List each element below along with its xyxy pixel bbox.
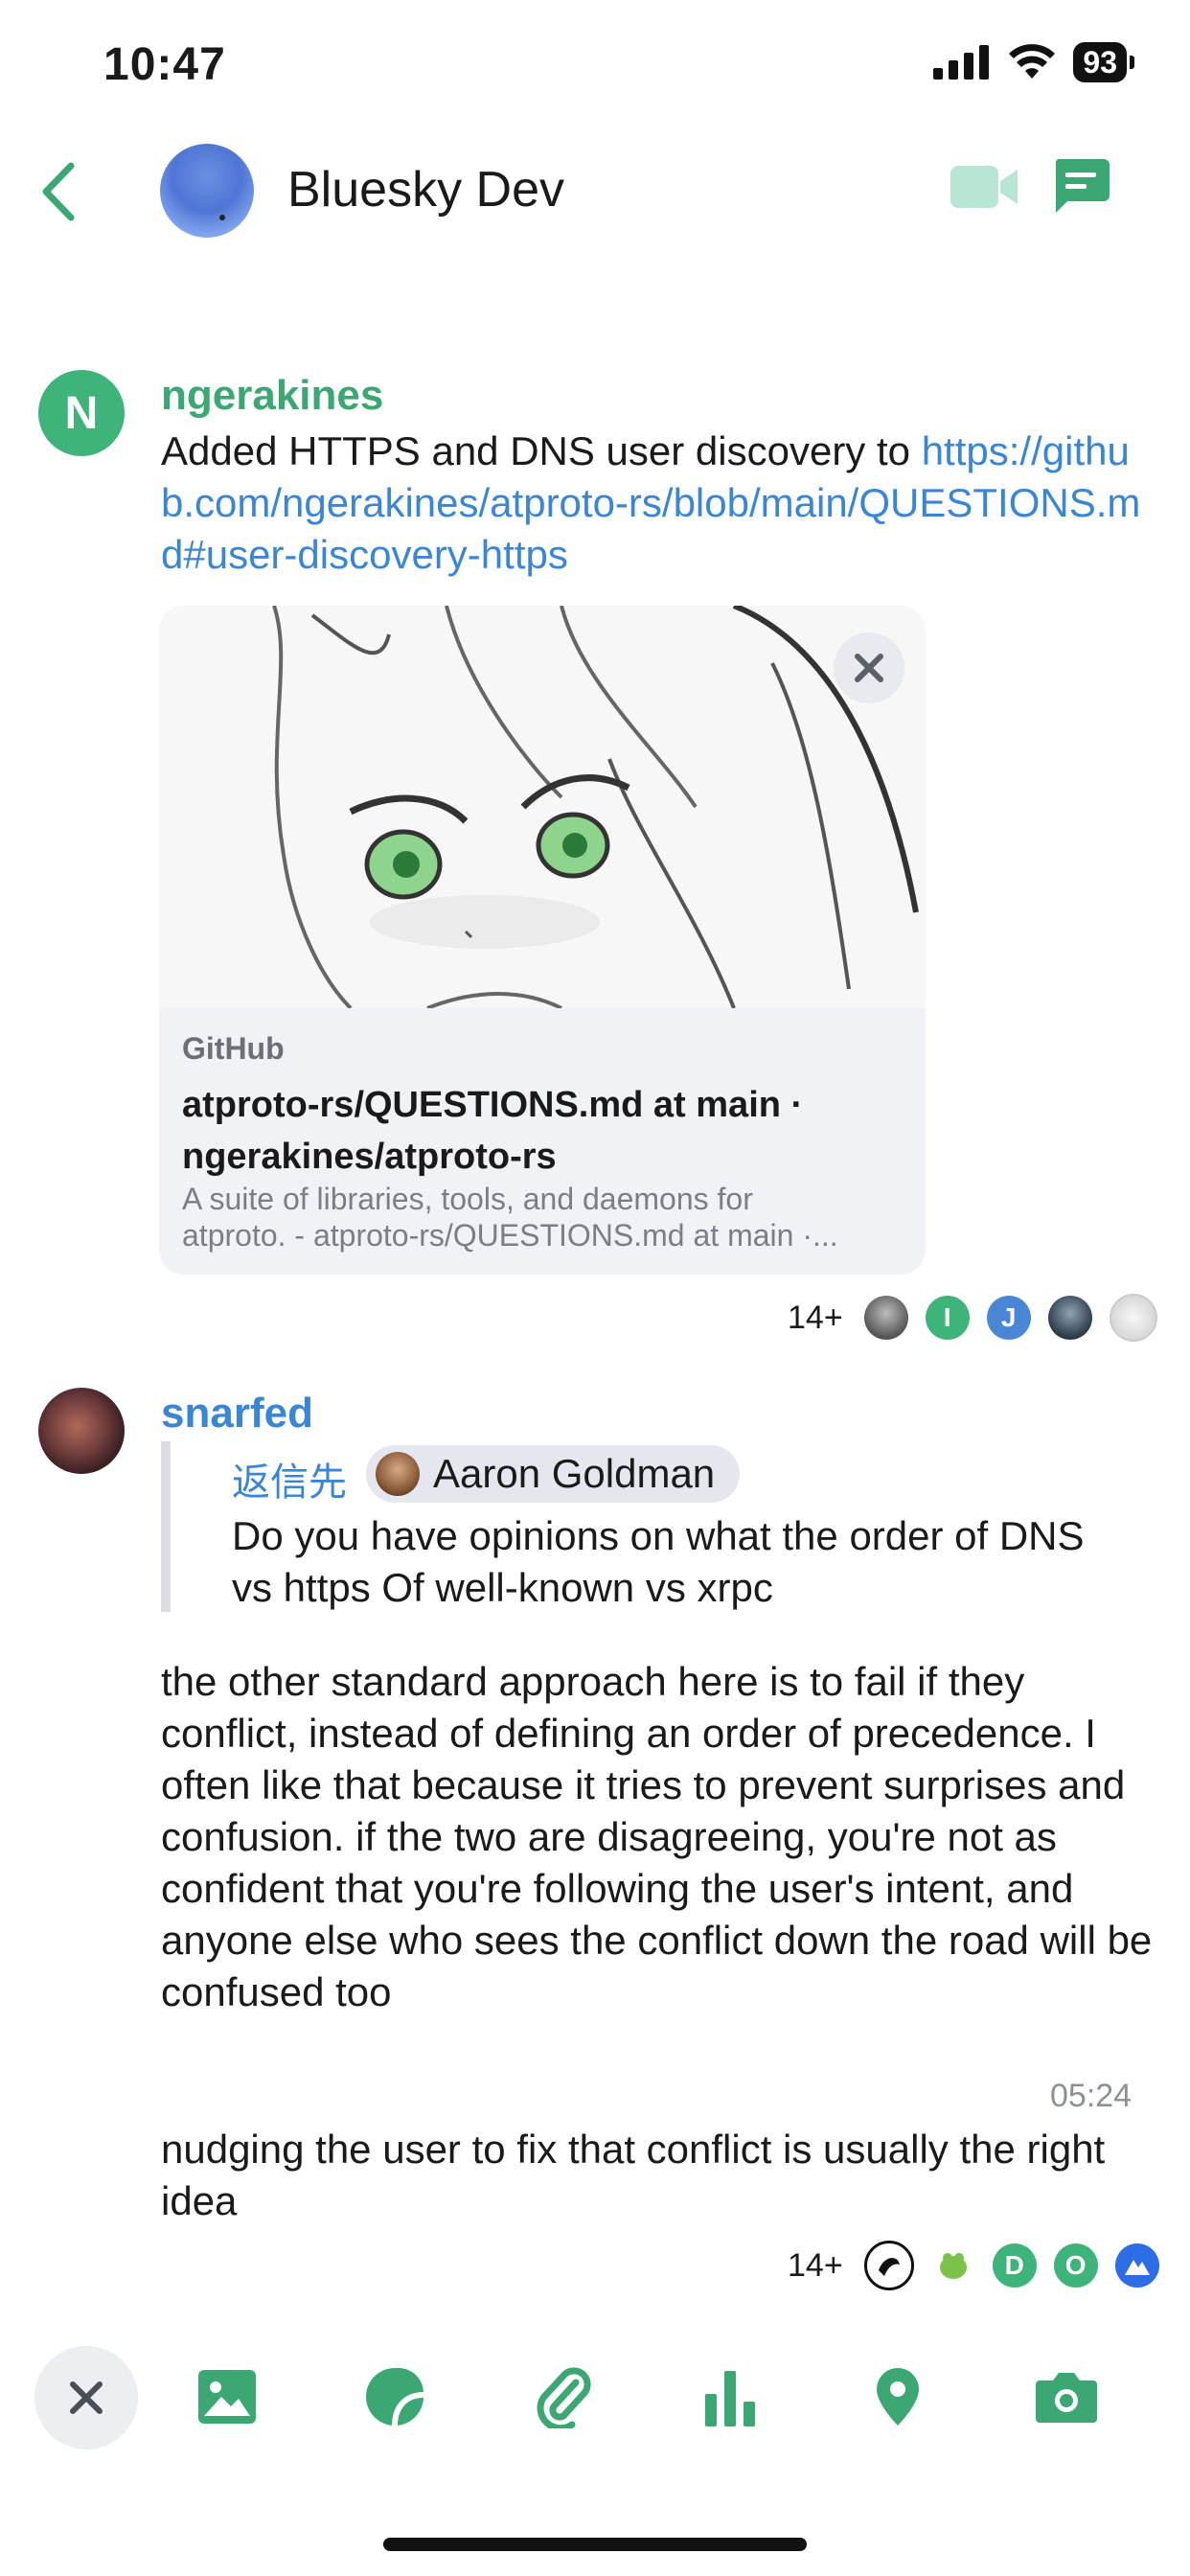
receipt-avatar bbox=[863, 1296, 908, 1340]
close-composer-button[interactable] bbox=[34, 2346, 138, 2450]
message-text: the other standard approach here is to f… bbox=[161, 1659, 1153, 2014]
attachment-icon bbox=[537, 2367, 591, 2428]
room-avatar[interactable] bbox=[160, 144, 254, 238]
status-icons: 93 bbox=[933, 42, 1134, 82]
wifi-icon bbox=[1009, 44, 1056, 79]
receipt-avatar bbox=[1047, 1296, 1092, 1340]
preview-description-line: A suite of libraries, tools, and daemons… bbox=[182, 1182, 753, 1216]
battery-indicator: 93 bbox=[1073, 42, 1134, 82]
video-camera-icon bbox=[950, 166, 1018, 208]
link-preview-card[interactable]: GitHub atproto-rs/QUESTIONS.md at main ·… bbox=[159, 606, 926, 1275]
sticker-icon bbox=[366, 2368, 424, 2426]
reply-quote-text[interactable]: Do you have opinions on what the order o… bbox=[232, 1510, 1094, 1614]
receipt-avatar bbox=[1114, 2243, 1159, 2288]
signal-icon bbox=[933, 45, 990, 80]
receipt-count: 14+ bbox=[788, 1299, 843, 1336]
attachment-button[interactable] bbox=[519, 2354, 606, 2440]
close-icon bbox=[855, 654, 883, 682]
status-time: 10:47 bbox=[103, 39, 226, 90]
reply-quote-bar bbox=[161, 1441, 171, 1612]
close-icon bbox=[70, 2381, 103, 2414]
home-indicator[interactable] bbox=[383, 2538, 807, 2551]
mountain-icon bbox=[1124, 2260, 1150, 2275]
anime-illustration bbox=[159, 606, 926, 1010]
preview-title: atproto-rs/QUESTIONS.md at main · ngerak… bbox=[182, 1085, 804, 1177]
back-button[interactable] bbox=[29, 158, 86, 225]
camera-button[interactable] bbox=[1023, 2354, 1110, 2440]
preview-close-button[interactable] bbox=[834, 632, 904, 703]
sender-name[interactable]: snarfed bbox=[161, 1390, 313, 1438]
preview-site-name: GitHub bbox=[182, 1031, 285, 1066]
reply-user-name: Aaron Goldman bbox=[433, 1451, 716, 1496]
image-icon bbox=[198, 2370, 256, 2424]
receipt-avatar: D bbox=[992, 2243, 1037, 2288]
reply-user-pill[interactable]: Aaron Goldman bbox=[366, 1445, 741, 1503]
frog-icon bbox=[939, 2253, 967, 2279]
receipt-avatar bbox=[1109, 1294, 1157, 1342]
chevron-left-icon bbox=[42, 162, 75, 221]
avatar[interactable] bbox=[38, 1388, 125, 1474]
message-text: nudging the user to fix that conflict is… bbox=[161, 2127, 1106, 2223]
preview-image bbox=[159, 606, 926, 1010]
message-timestamp: 05:24 bbox=[1050, 2078, 1133, 2114]
receipt-avatar: I bbox=[925, 1296, 970, 1340]
message-body: Added HTTPS and DNS user discovery to ht… bbox=[161, 426, 1148, 581]
receipt-avatar: J bbox=[986, 1296, 1031, 1340]
composer-toolbar bbox=[0, 2329, 1190, 2453]
reply-label: 返信先 bbox=[232, 1461, 347, 1504]
sender-name[interactable]: ngerakines bbox=[161, 372, 383, 420]
chat-bubble-icon bbox=[1055, 159, 1110, 213]
receipt-avatar bbox=[863, 2241, 914, 2290]
avatar bbox=[376, 1452, 420, 1496]
preview-description-line: atproto. - atproto-rs/QUESTIONS.md at ma… bbox=[182, 1218, 838, 1253]
bird-icon bbox=[878, 2258, 900, 2276]
preview-description: A suite of libraries, tools, and daemons… bbox=[182, 1181, 910, 1254]
message-text: Added HTTPS and DNS user discovery to bbox=[161, 428, 922, 473]
image-button[interactable] bbox=[184, 2354, 270, 2440]
poll-icon bbox=[705, 2371, 755, 2426]
receipt-avatar bbox=[930, 2243, 975, 2288]
sticker-button[interactable] bbox=[352, 2354, 438, 2440]
receipt-avatar: O bbox=[1053, 2243, 1098, 2288]
avatar[interactable]: N bbox=[38, 370, 125, 456]
poll-button[interactable] bbox=[687, 2354, 773, 2440]
video-call-button[interactable] bbox=[949, 158, 1019, 216]
location-button[interactable] bbox=[855, 2354, 941, 2440]
read-receipts[interactable]: 14+ D O bbox=[788, 2241, 1159, 2290]
read-receipts[interactable]: 14+ I J bbox=[788, 1294, 1157, 1342]
threads-button[interactable] bbox=[1050, 155, 1111, 217]
location-pin-icon bbox=[877, 2368, 919, 2426]
camera-icon bbox=[1036, 2373, 1097, 2423]
receipt-count: 14+ bbox=[788, 2246, 843, 2284]
room-title[interactable]: Bluesky Dev bbox=[287, 161, 564, 218]
